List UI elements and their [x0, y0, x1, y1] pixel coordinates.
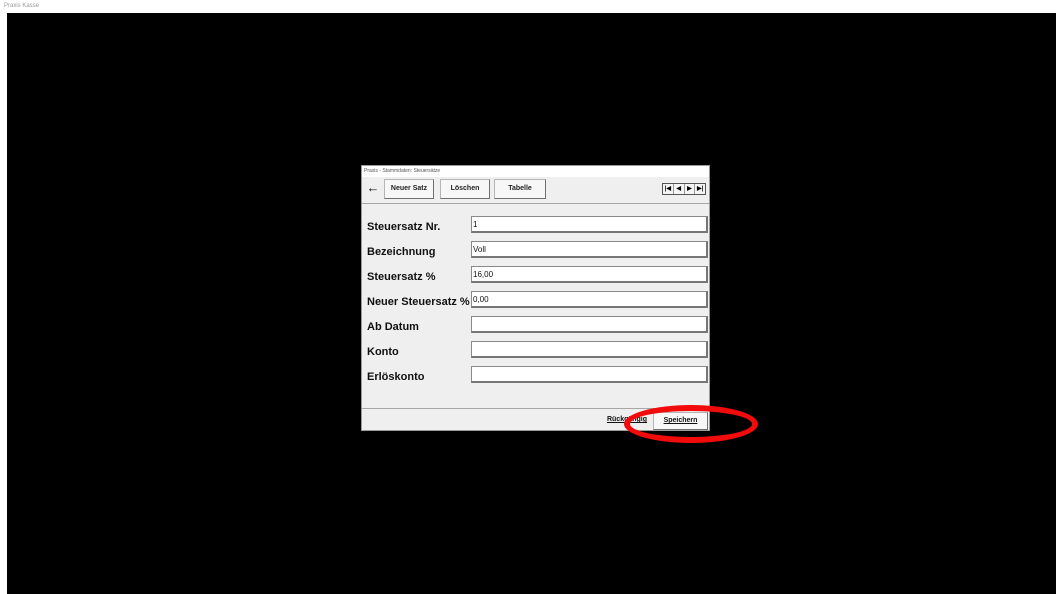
left-window-edge [0, 13, 7, 594]
delete-button[interactable]: Löschen [440, 179, 490, 199]
back-arrow-icon[interactable]: ← [366, 181, 380, 195]
revenue-account-label: Erlöskonto [367, 371, 425, 383]
revenue-account-field[interactable] [471, 366, 708, 383]
first-record-icon[interactable]: |◀ [663, 184, 674, 194]
description-field[interactable] [471, 241, 708, 258]
tax-rates-dialog: Praxis - Stammdaten: Steuersätze ← Neuer… [361, 165, 710, 431]
tax-rate-percent-field[interactable] [471, 266, 708, 283]
tax-rate-percent-label: Steuersatz % [367, 271, 436, 283]
table-button[interactable]: Tabelle [494, 179, 546, 199]
valid-from-date-field[interactable] [471, 316, 708, 333]
description-label: Bezeichnung [367, 246, 436, 258]
account-label: Konto [367, 346, 399, 358]
tax-rate-number-field[interactable] [471, 216, 708, 233]
new-tax-rate-percent-label: Neuer Steuersatz % [367, 296, 470, 308]
dialog-title: Praxis - Stammdaten: Steuersätze [362, 166, 709, 177]
valid-from-date-label: Ab Datum [367, 321, 419, 333]
toolbar-divider [362, 203, 709, 204]
app-title: Praxis Kasse [0, 0, 1056, 13]
new-record-button[interactable]: Neuer Satz [384, 179, 434, 199]
last-record-icon[interactable]: ▶| [695, 184, 705, 194]
next-record-icon[interactable]: ▶ [685, 184, 696, 194]
red-highlight-ellipse [624, 405, 758, 443]
new-tax-rate-percent-field[interactable] [471, 291, 708, 308]
record-navigation: |◀ ◀ ▶ ▶| [662, 183, 706, 195]
tax-rate-number-label: Steuersatz Nr. [367, 221, 441, 233]
account-field[interactable] [471, 341, 708, 358]
previous-record-icon[interactable]: ◀ [674, 184, 685, 194]
